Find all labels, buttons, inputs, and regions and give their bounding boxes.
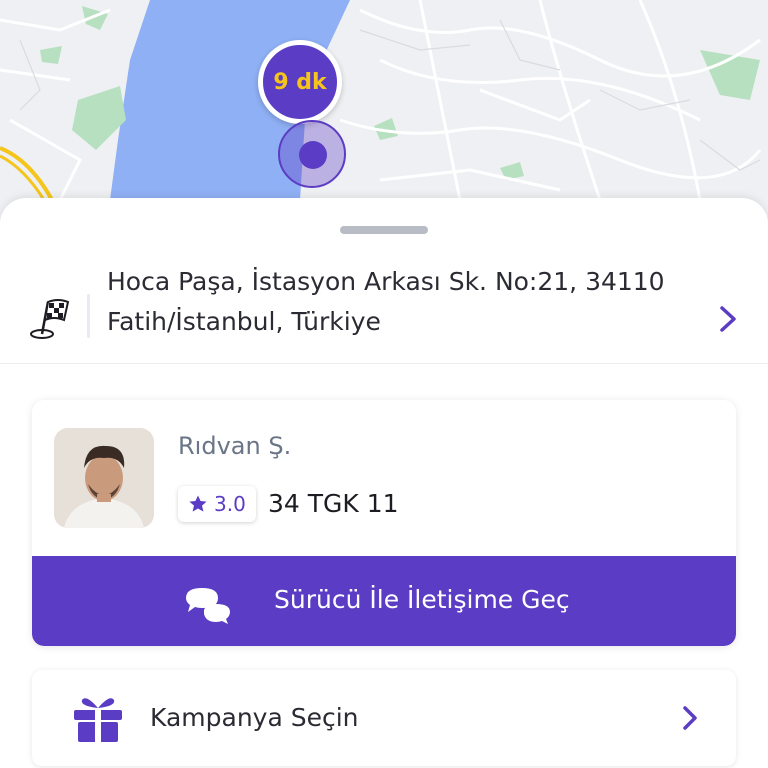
- driver-avatar: [54, 428, 154, 528]
- contact-driver-button[interactable]: Sürücü İle İletişime Geç: [32, 556, 736, 646]
- star-icon: [189, 495, 207, 512]
- campaign-select-row[interactable]: Kampanya Seçin: [32, 670, 736, 766]
- bottom-sheet: Hoca Paşa, İstasyon Arkası Sk. No:21, 34…: [0, 198, 768, 768]
- chevron-right-icon: [720, 306, 736, 332]
- eta-label: 9 dk: [273, 69, 327, 95]
- chat-bubbles-icon: [186, 588, 230, 624]
- chevron-right-icon: [683, 706, 697, 730]
- driver-card: Rıdvan Ş. 3.0 34 TGK 11 Sürücü İle İleti…: [32, 400, 736, 646]
- gift-icon: [74, 698, 122, 742]
- destination-address: Hoca Paşa, İstasyon Arkası Sk. No:21, 34…: [107, 267, 665, 336]
- destination-row[interactable]: Hoca Paşa, İstasyon Arkası Sk. No:21, 34…: [0, 248, 768, 364]
- driver-location-marker: [278, 120, 346, 188]
- destination-divider: [87, 294, 90, 338]
- map-canvas: [0, 0, 768, 230]
- rating-badge: 3.0: [178, 486, 256, 522]
- driver-location-dot: [299, 141, 327, 169]
- driver-name: Rıdvan Ş.: [178, 432, 292, 460]
- campaign-label: Kampanya Seçin: [150, 703, 359, 732]
- eta-marker: 9 dk: [258, 40, 342, 128]
- driver-rating: 3.0: [214, 492, 246, 516]
- contact-driver-label: Sürücü İle İletişime Geç: [274, 585, 570, 614]
- checkered-flag-icon: [30, 299, 70, 339]
- vehicle-plate: 34 TGK 11: [268, 489, 399, 518]
- eta-bubble: 9 dk: [258, 40, 342, 124]
- map-view[interactable]: 9 dk: [0, 0, 768, 230]
- sheet-drag-handle[interactable]: [340, 226, 428, 234]
